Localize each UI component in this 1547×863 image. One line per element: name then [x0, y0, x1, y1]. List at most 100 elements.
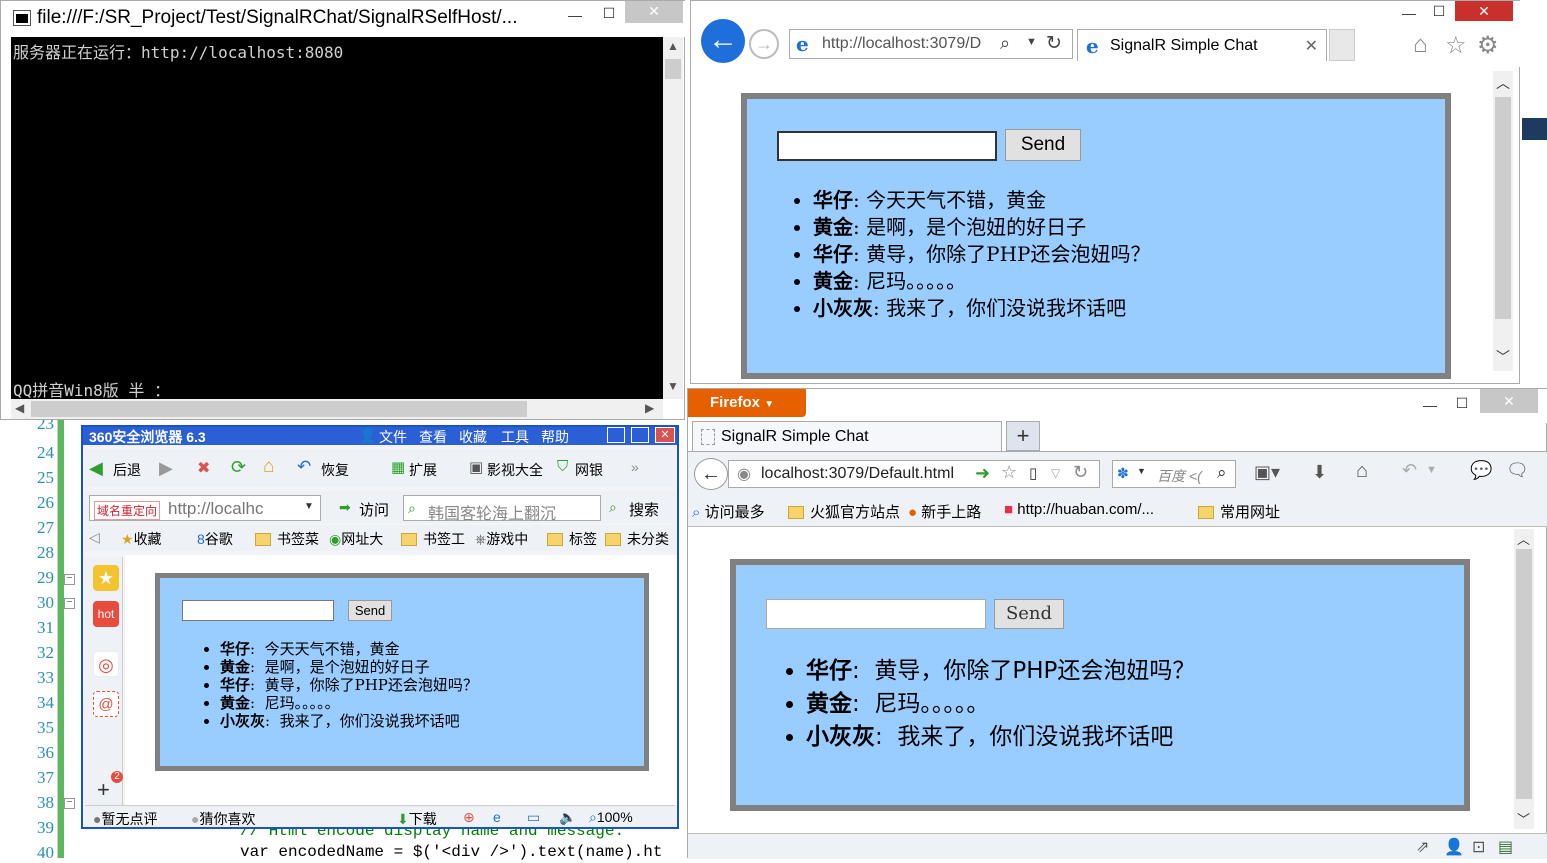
- search-box[interactable]: ✽ ▼ 百度 <( ⌕: [1112, 460, 1236, 488]
- restore-button[interactable]: 恢复: [321, 460, 349, 480]
- ie-vertical-scrollbar[interactable]: ︿ ﹀: [1493, 71, 1513, 371]
- scroll-down-icon[interactable]: ﹀: [1496, 347, 1510, 367]
- menu-tools[interactable]: 工具: [501, 427, 529, 447]
- scroll-right-icon[interactable]: ▶: [645, 401, 654, 415]
- back-button[interactable]: ←: [701, 19, 745, 63]
- dropdown-icon[interactable]: ▼: [1137, 466, 1146, 476]
- minimize-button[interactable]: —: [1416, 395, 1444, 415]
- home-icon[interactable]: ⌂: [263, 456, 274, 478]
- close-button[interactable]: ✕: [1455, 1, 1513, 21]
- maximize-button[interactable]: ☐: [1448, 393, 1476, 413]
- scroll-down-icon[interactable]: ﹀: [1517, 809, 1530, 828]
- send-button[interactable]: Send: [994, 599, 1064, 629]
- home-icon[interactable]: ⌂: [1356, 460, 1368, 483]
- dropdown-icon[interactable]: ▼: [1026, 36, 1037, 48]
- user-icon[interactable]: 👤: [1444, 837, 1464, 857]
- console-titlebar[interactable]: file:///F:/SR_Project/Test/SignalRChat/S…: [1, 1, 686, 37]
- bookmark-item[interactable]: 8谷歌: [197, 529, 233, 549]
- fold-toggle-icon[interactable]: −: [64, 598, 75, 609]
- download-icon[interactable]: ⬇: [1312, 462, 1327, 483]
- chat-bubble-icon[interactable]: 🗨: [1506, 460, 1529, 481]
- visit-icon[interactable]: ➡: [339, 499, 351, 516]
- new-tab-button[interactable]: +: [1006, 421, 1040, 451]
- fold-toggle-icon[interactable]: −: [64, 798, 75, 809]
- bookmark-item[interactable]: 常用网址: [1198, 501, 1280, 522]
- scroll-up-icon[interactable]: ︿: [1517, 529, 1530, 548]
- close-tab-icon[interactable]: ✕: [1305, 36, 1318, 56]
- bookmark-item[interactable]: ★收藏: [121, 529, 162, 549]
- user-icon[interactable]: 👤: [359, 427, 376, 444]
- browser-360-window[interactable]: 360安全浏览器 6.3 👤 文件 查看 收藏 工具 帮助 ✕ ◀ 后退 ▶ ✖…: [81, 425, 679, 829]
- sidebar-toggle-icon[interactable]: ◁: [89, 529, 100, 546]
- search-box[interactable]: ⌕ 韩国客轮海上翻沉: [403, 495, 601, 523]
- ie-mode-icon[interactable]: e: [493, 809, 501, 825]
- scroll-left-icon[interactable]: ◀: [15, 401, 24, 415]
- console-horizontal-scrollbar[interactable]: ◀ ▶: [11, 399, 663, 419]
- stop-icon[interactable]: ✖: [197, 458, 210, 478]
- mail-at-icon[interactable]: @: [93, 691, 119, 717]
- scroll-thumb[interactable]: [1516, 549, 1532, 799]
- scroll-up-icon[interactable]: ︿: [1496, 73, 1510, 93]
- scroll-thumb[interactable]: [31, 401, 527, 417]
- bookmark-item[interactable]: ■ http://huaban.com/...: [1004, 501, 1154, 518]
- dropdown-icon[interactable]: ▼: [1426, 464, 1437, 476]
- search-icon[interactable]: ⌕: [1000, 33, 1010, 54]
- extend-button[interactable]: 扩展: [409, 460, 437, 480]
- shield-icon[interactable]: ⛉: [557, 458, 568, 475]
- speaker-icon[interactable]: 🔈: [559, 809, 576, 826]
- undo-icon[interactable]: ↶: [1402, 460, 1417, 481]
- minimize-button[interactable]: [607, 427, 625, 443]
- menu-favorites[interactable]: 收藏: [459, 427, 487, 447]
- send-button[interactable]: Send: [1005, 129, 1081, 161]
- search-icon[interactable]: ⌕: [609, 499, 617, 516]
- bookmark-item[interactable]: ⌕ 访问最多: [692, 501, 765, 522]
- scroll-thumb[interactable]: [1495, 97, 1511, 319]
- bookmark-item[interactable]: 火狐官方站点: [788, 501, 900, 522]
- tab-signalr-chat[interactable]: e SignalR Simple Chat ✕: [1077, 29, 1327, 61]
- address-bar[interactable]: e http://localhost:3079/D ⌕ ▼ ↻: [789, 29, 1073, 59]
- add-icon[interactable]: +: [97, 777, 110, 803]
- bookmark-star-icon[interactable]: ☆: [1001, 462, 1017, 483]
- firefox-menu-button[interactable]: Firefox ▼: [688, 389, 806, 417]
- bank-button[interactable]: 网银: [575, 460, 603, 480]
- favorites-star-icon[interactable]: ★: [93, 565, 119, 591]
- bookmark-item[interactable]: ● 新手上路: [908, 501, 981, 522]
- rating-item[interactable]: ●暂无点评: [93, 809, 157, 829]
- minimize-button[interactable]: —: [1397, 3, 1421, 23]
- go-icon[interactable]: ➜: [975, 463, 990, 484]
- message-input[interactable]: [777, 131, 997, 161]
- save-icon[interactable]: ⊡: [1472, 837, 1485, 857]
- scroll-down-icon[interactable]: ▼: [667, 379, 679, 393]
- maximize-button[interactable]: ☐: [595, 3, 623, 23]
- back-button[interactable]: ←: [694, 458, 728, 490]
- more-icon[interactable]: »: [631, 459, 639, 475]
- browser-360-titlebar[interactable]: 360安全浏览器 6.3 👤 文件 查看 收藏 工具 帮助 ✕: [83, 427, 677, 445]
- dropdown-icon[interactable]: ▽: [1051, 466, 1060, 480]
- maximize-button[interactable]: [631, 427, 649, 443]
- refresh-icon[interactable]: ↻: [1046, 32, 1062, 55]
- console-window[interactable]: file:///F:/SR_Project/Test/SignalRChat/S…: [0, 0, 686, 420]
- video-icon[interactable]: ▣: [469, 458, 483, 476]
- window-icon[interactable]: ▭: [527, 809, 540, 826]
- firefox-vertical-scrollbar[interactable]: ︿ ﹀: [1514, 529, 1534, 829]
- fold-toggle-icon[interactable]: −: [64, 574, 75, 585]
- firefox-titlebar[interactable]: Firefox ▼ — ☐ ✕: [688, 389, 1547, 423]
- bookmark-item[interactable]: ⎈游戏中: [475, 529, 528, 549]
- close-button[interactable]: ✕: [625, 1, 683, 23]
- bookmark-item[interactable]: 未分类: [605, 529, 669, 549]
- close-button[interactable]: ✕: [1480, 389, 1538, 413]
- dropdown-icon[interactable]: ▼: [304, 501, 314, 512]
- menu-help[interactable]: 帮助: [541, 427, 569, 447]
- share-icon[interactable]: ⇗: [1416, 837, 1429, 857]
- shopping-hot-icon[interactable]: hot: [93, 601, 119, 627]
- back-icon[interactable]: ◀: [89, 458, 103, 479]
- menu-file[interactable]: 文件: [379, 427, 407, 447]
- bookmark-item[interactable]: 标签: [547, 529, 597, 549]
- refresh-icon[interactable]: ↻: [1073, 462, 1088, 483]
- scroll-thumb[interactable]: [665, 59, 681, 79]
- close-button[interactable]: ✕: [655, 427, 675, 443]
- weibo-icon[interactable]: ◎: [93, 651, 119, 677]
- video-button[interactable]: 影视大全: [487, 460, 543, 480]
- bookmarks-menu-icon[interactable]: ▣▾: [1254, 462, 1280, 483]
- send-button[interactable]: Send: [348, 600, 392, 621]
